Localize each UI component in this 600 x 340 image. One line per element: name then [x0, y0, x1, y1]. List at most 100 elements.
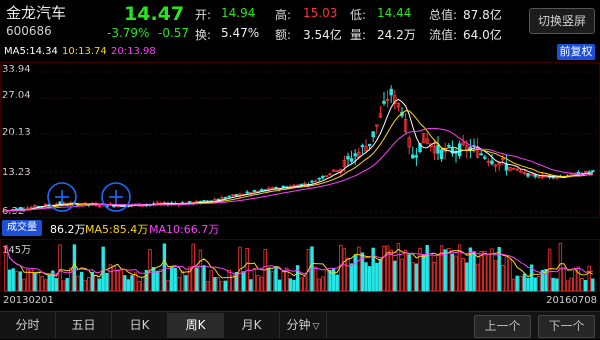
candle — [202, 200, 206, 202]
volume-bar — [249, 279, 253, 292]
volume-bar — [303, 276, 307, 292]
kline-chart[interactable] — [0, 62, 600, 218]
total-value: 87.8亿 — [463, 8, 502, 22]
candle — [393, 89, 397, 110]
volume-bar — [587, 265, 591, 292]
turnover-label: 换: — [195, 28, 212, 42]
next-stock-button[interactable]: 下一个 — [538, 315, 595, 338]
volume-bar — [256, 275, 260, 292]
volume-bar — [411, 262, 415, 292]
volume-bar — [270, 271, 275, 292]
volume-bar — [7, 269, 12, 292]
volume-bar — [375, 262, 379, 292]
forward-adjust-button[interactable]: 前复权 — [557, 44, 595, 60]
candle — [407, 135, 411, 155]
candle — [511, 167, 516, 171]
volume-bar — [299, 277, 303, 292]
candle — [486, 158, 491, 167]
volume-bar — [349, 263, 354, 292]
tab-five-day[interactable]: 五日 — [56, 313, 112, 338]
candle — [25, 205, 30, 210]
candle — [501, 154, 505, 165]
volume-bar — [126, 279, 131, 292]
volume-bar — [429, 255, 433, 292]
candle — [213, 197, 217, 201]
open-label: 开: — [195, 8, 212, 22]
volume-bar — [421, 254, 426, 292]
volume-bar — [501, 265, 505, 292]
candle — [454, 148, 458, 163]
candle — [281, 185, 285, 188]
change-percent: -3.79% — [107, 26, 150, 40]
candle — [252, 189, 257, 193]
volume-bar — [562, 268, 566, 292]
low-label: 低: — [350, 8, 367, 22]
volume-bar — [313, 266, 318, 292]
volume-bar — [130, 275, 134, 292]
volume-bar — [583, 279, 588, 292]
volume-bar — [555, 278, 559, 292]
float-value: 64.0亿 — [463, 28, 502, 42]
volume-bar — [29, 269, 33, 292]
volume-bar — [205, 280, 210, 292]
volume-bar — [576, 266, 581, 292]
volume-bar — [591, 278, 595, 292]
candle — [267, 186, 271, 193]
previous-stock-button[interactable]: 上一个 — [474, 315, 531, 338]
volume-indicator-button[interactable]: 成交量 — [2, 220, 42, 236]
open-value: 14.94 — [221, 6, 256, 20]
volume-bar — [97, 278, 102, 292]
amount-value: 3.54亿 — [303, 28, 342, 42]
volume-bar — [465, 262, 469, 292]
volume-bar — [105, 273, 109, 292]
volume-bar — [367, 266, 372, 292]
volume-bar — [252, 268, 257, 292]
volume-bar — [159, 269, 163, 292]
volume-bar — [180, 270, 185, 292]
candle — [508, 166, 512, 172]
candle — [425, 132, 429, 145]
volume-label: 量: — [350, 28, 367, 42]
turnover-value: 5.47% — [221, 26, 260, 40]
volume-bar — [526, 277, 530, 292]
volume-bar — [288, 278, 293, 292]
volume-bar — [267, 268, 271, 292]
volume-bar — [580, 277, 584, 292]
volume-bar — [173, 267, 177, 292]
candle — [313, 179, 318, 183]
candle — [328, 172, 332, 176]
volume-bar — [137, 280, 141, 292]
tab-monthly-k[interactable]: 月K — [224, 313, 280, 338]
high-value: 15.03 — [303, 6, 338, 20]
volume-bar — [213, 277, 217, 292]
stock-code: 600686 — [6, 24, 52, 38]
toggle-portrait-button[interactable]: 切换竖屏 — [529, 8, 595, 34]
candle — [414, 148, 419, 166]
candle — [421, 133, 426, 143]
volume-bar — [569, 277, 573, 292]
volume-bar — [414, 263, 419, 292]
volume-bar — [83, 280, 87, 292]
candle — [526, 172, 530, 178]
volume-bar — [61, 280, 66, 292]
volume-bar — [447, 248, 451, 292]
tab-intraday[interactable]: 分时 — [0, 313, 56, 338]
candle — [497, 161, 501, 171]
tab-minute[interactable]: 分钟 ▽ — [280, 313, 327, 338]
volume-bar — [519, 276, 523, 292]
volume-bar — [378, 259, 383, 292]
candle — [479, 149, 483, 156]
float-value-label: 流值: — [429, 28, 458, 42]
tab-daily-k[interactable]: 日K — [112, 313, 168, 338]
volume-bar — [353, 255, 357, 292]
tab-weekly-k[interactable]: 周K — [168, 313, 224, 338]
end-date: 20160708 — [546, 295, 597, 306]
volume-bar — [11, 268, 15, 292]
volume-bar — [169, 266, 174, 292]
ma20-label: 20:13.98 — [111, 46, 156, 57]
total-value-label: 总值: — [429, 8, 458, 22]
volume-bar — [43, 279, 48, 292]
volume-bar — [15, 271, 19, 292]
volume-chart[interactable] — [0, 239, 600, 292]
volume-bar — [72, 244, 77, 292]
